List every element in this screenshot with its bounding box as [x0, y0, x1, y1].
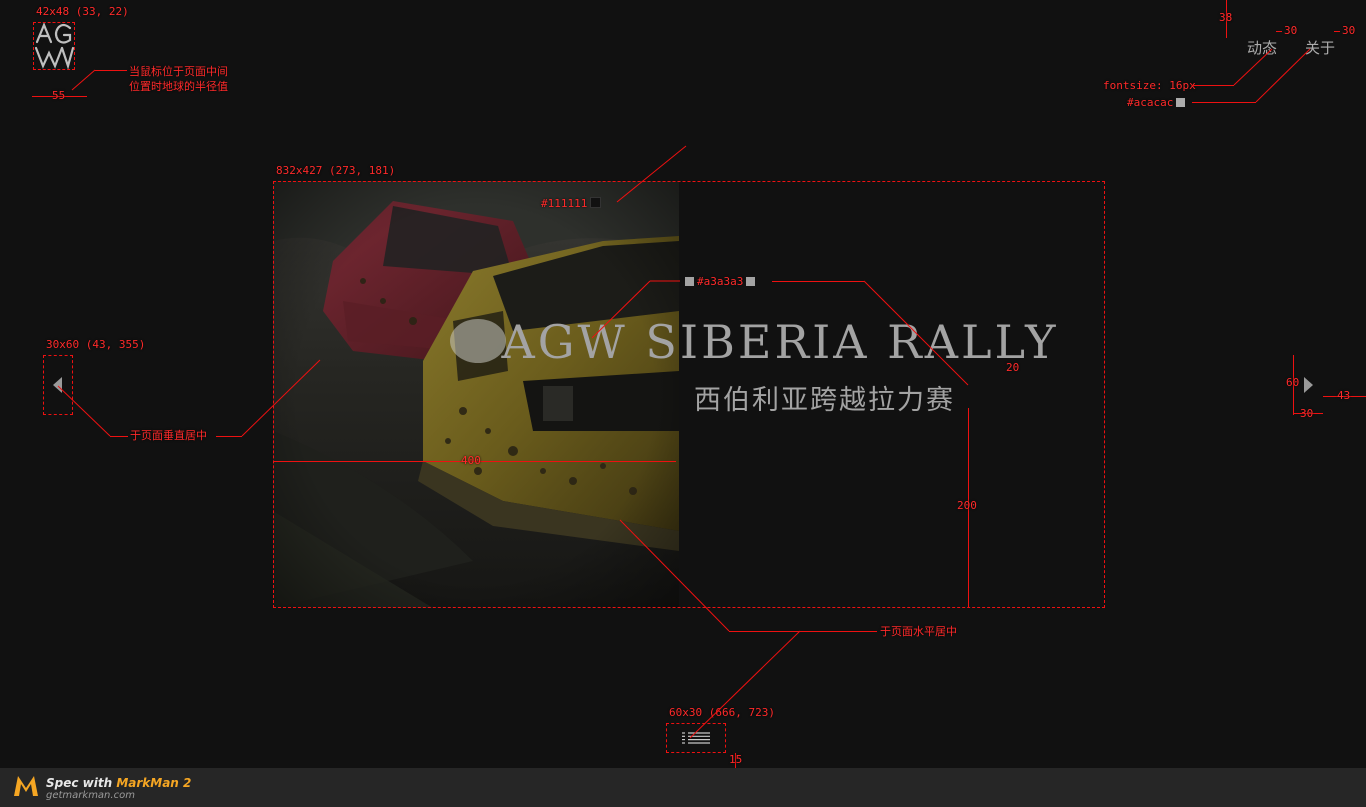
- markman-footer-site[interactable]: getmarkman.com: [46, 790, 135, 801]
- footer-brand: MarkMan 2: [116, 776, 192, 790]
- markman-footer-title: Spec with MarkMan 2: [46, 776, 191, 790]
- markman-footer: [0, 768, 1366, 807]
- annotation-leaders: [57, 48, 1311, 739]
- markman-logo-icon: [12, 774, 40, 802]
- footer-spec-with: Spec with: [46, 776, 117, 790]
